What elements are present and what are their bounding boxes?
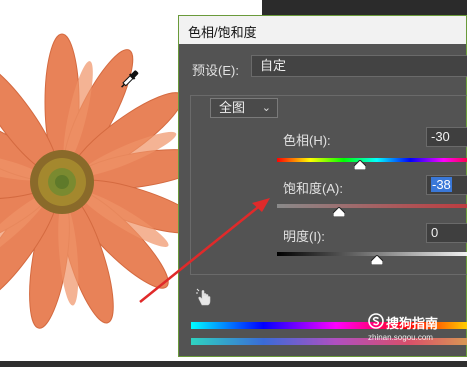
hue-value: -30 (431, 129, 450, 144)
saturation-slider-thumb[interactable] (333, 207, 345, 217)
lightness-label: 明度(I): (283, 229, 325, 244)
dialog-titlebar[interactable]: 色相/饱和度 (179, 16, 466, 44)
range-select[interactable]: 全图 ⌄ (210, 98, 278, 118)
hue-slider-thumb[interactable] (354, 160, 367, 170)
saturation-value-input[interactable]: -38 (426, 175, 467, 195)
watermark-text: 搜狗指南 (386, 316, 439, 331)
range-select-value: 全图 (219, 100, 246, 115)
hue-label: 色相(H): (283, 133, 331, 148)
saturation-slider-track[interactable] (277, 204, 467, 208)
lightness-value-input[interactable]: 0 (426, 223, 467, 243)
lightness-slider-thumb[interactable] (371, 255, 383, 265)
watermark-url: zhinan.sogou.com (368, 333, 433, 342)
chevron-down-icon: ⌄ (261, 102, 271, 114)
sogou-logo-icon (368, 313, 384, 329)
dialog-title: 色相/饱和度 (188, 25, 257, 40)
hue-saturation-dialog: 色相/饱和度 预设(E): 自定 全图 ⌄ 色相(H): -30 饱和度(A):… (178, 15, 467, 357)
eyedropper-icon (121, 70, 139, 88)
targeted-adjustment-hand-icon[interactable] (195, 287, 213, 307)
preset-label: 预设(E): (192, 63, 239, 78)
saturation-label: 饱和度(A): (283, 181, 343, 196)
hue-slider-track[interactable] (277, 158, 467, 162)
preset-select[interactable]: 自定 (251, 55, 467, 77)
saturation-value: -38 (431, 177, 452, 192)
lightness-value: 0 (431, 225, 439, 240)
hue-value-input[interactable]: -30 (426, 127, 467, 147)
flower-image (0, 33, 200, 329)
workspace-bottom-edge (0, 361, 467, 367)
